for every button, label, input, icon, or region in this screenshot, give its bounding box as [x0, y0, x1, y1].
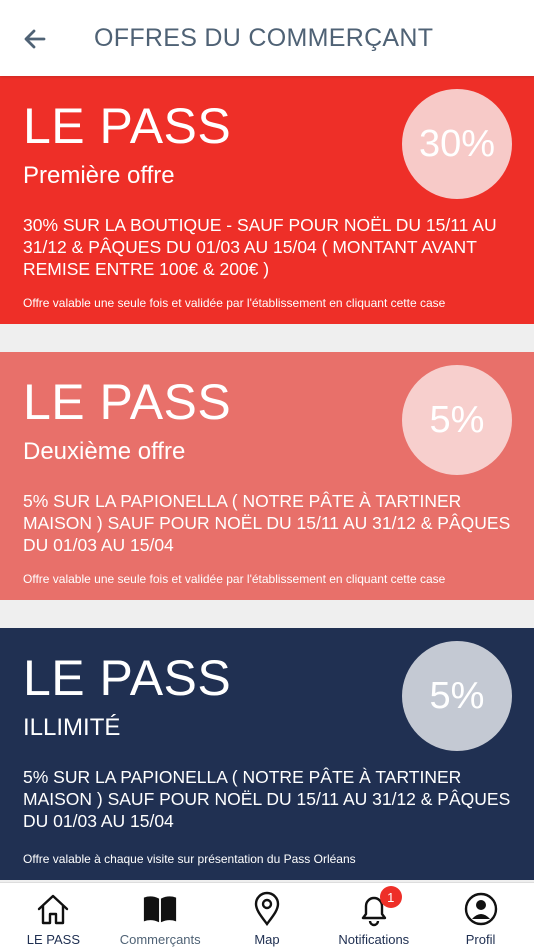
page-title: OFFRES DU COMMERÇANT [94, 24, 434, 52]
back-arrow-icon[interactable] [20, 24, 50, 54]
map-pin-icon [249, 891, 285, 927]
discount-badge: 5% [402, 641, 512, 751]
bell-icon: 1 [356, 886, 402, 927]
notification-count-badge: 1 [379, 886, 402, 908]
offer-card-first[interactable]: LE PASS 30% Première offre 30% SUR LA BO… [0, 76, 534, 324]
offers-list: LE PASS 30% Première offre 30% SUR LA BO… [0, 76, 534, 880]
tab-map[interactable]: Map [214, 883, 321, 950]
bottom-tab-bar: LE PASS Commerçants Map 1 Notifications … [0, 882, 534, 950]
offer-card-second[interactable]: LE PASS 5% Deuxième offre 5% SUR LA PAPI… [0, 352, 534, 600]
offer-validity-note: Offre valable une seule fois et validée … [23, 296, 446, 310]
offer-subtitle: ILLIMITÉ [23, 714, 121, 741]
offer-description: 5% SUR LA PAPIONELLA ( NOTRE PÂTE À TART… [23, 767, 511, 831]
discount-badge: 5% [402, 365, 512, 475]
offer-validity-note: Offre valable une seule fois et validée … [23, 572, 446, 586]
offer-description: 30% SUR LA BOUTIQUE - SAUF POUR NOËL DU … [23, 215, 497, 279]
offer-card-unlimited[interactable]: LE PASS 5% ILLIMITÉ 5% SUR LA PAPIONELLA… [0, 628, 534, 880]
offer-pass-title: LE PASS [23, 374, 232, 430]
user-icon [463, 891, 499, 927]
tab-commercants[interactable]: Commerçants [107, 883, 214, 950]
discount-badge: 30% [402, 89, 512, 199]
offer-pass-title: LE PASS [23, 98, 232, 154]
tab-label: Profil [465, 932, 496, 947]
app-header: OFFRES DU COMMERÇANT [0, 0, 534, 76]
offer-description: 5% SUR LA PAPIONELLA ( NOTRE PÂTE À TART… [23, 491, 511, 555]
tab-label: Commerçants [119, 932, 201, 947]
book-icon [142, 891, 178, 927]
offer-subtitle: Première offre [23, 162, 175, 189]
tab-label: Notifications [338, 932, 410, 947]
offer-subtitle: Deuxième offre [23, 438, 186, 465]
tab-profil[interactable]: Profil [427, 883, 534, 950]
offer-validity-note: Offre valable à chaque visite sur présen… [23, 852, 356, 866]
tab-label: LE PASS [26, 932, 81, 947]
tab-label: Map [254, 932, 280, 947]
tab-notifications[interactable]: 1 Notifications [320, 883, 427, 950]
home-icon [35, 891, 71, 927]
offer-pass-title: LE PASS [23, 650, 232, 706]
tab-le-pass[interactable]: LE PASS [0, 883, 107, 950]
